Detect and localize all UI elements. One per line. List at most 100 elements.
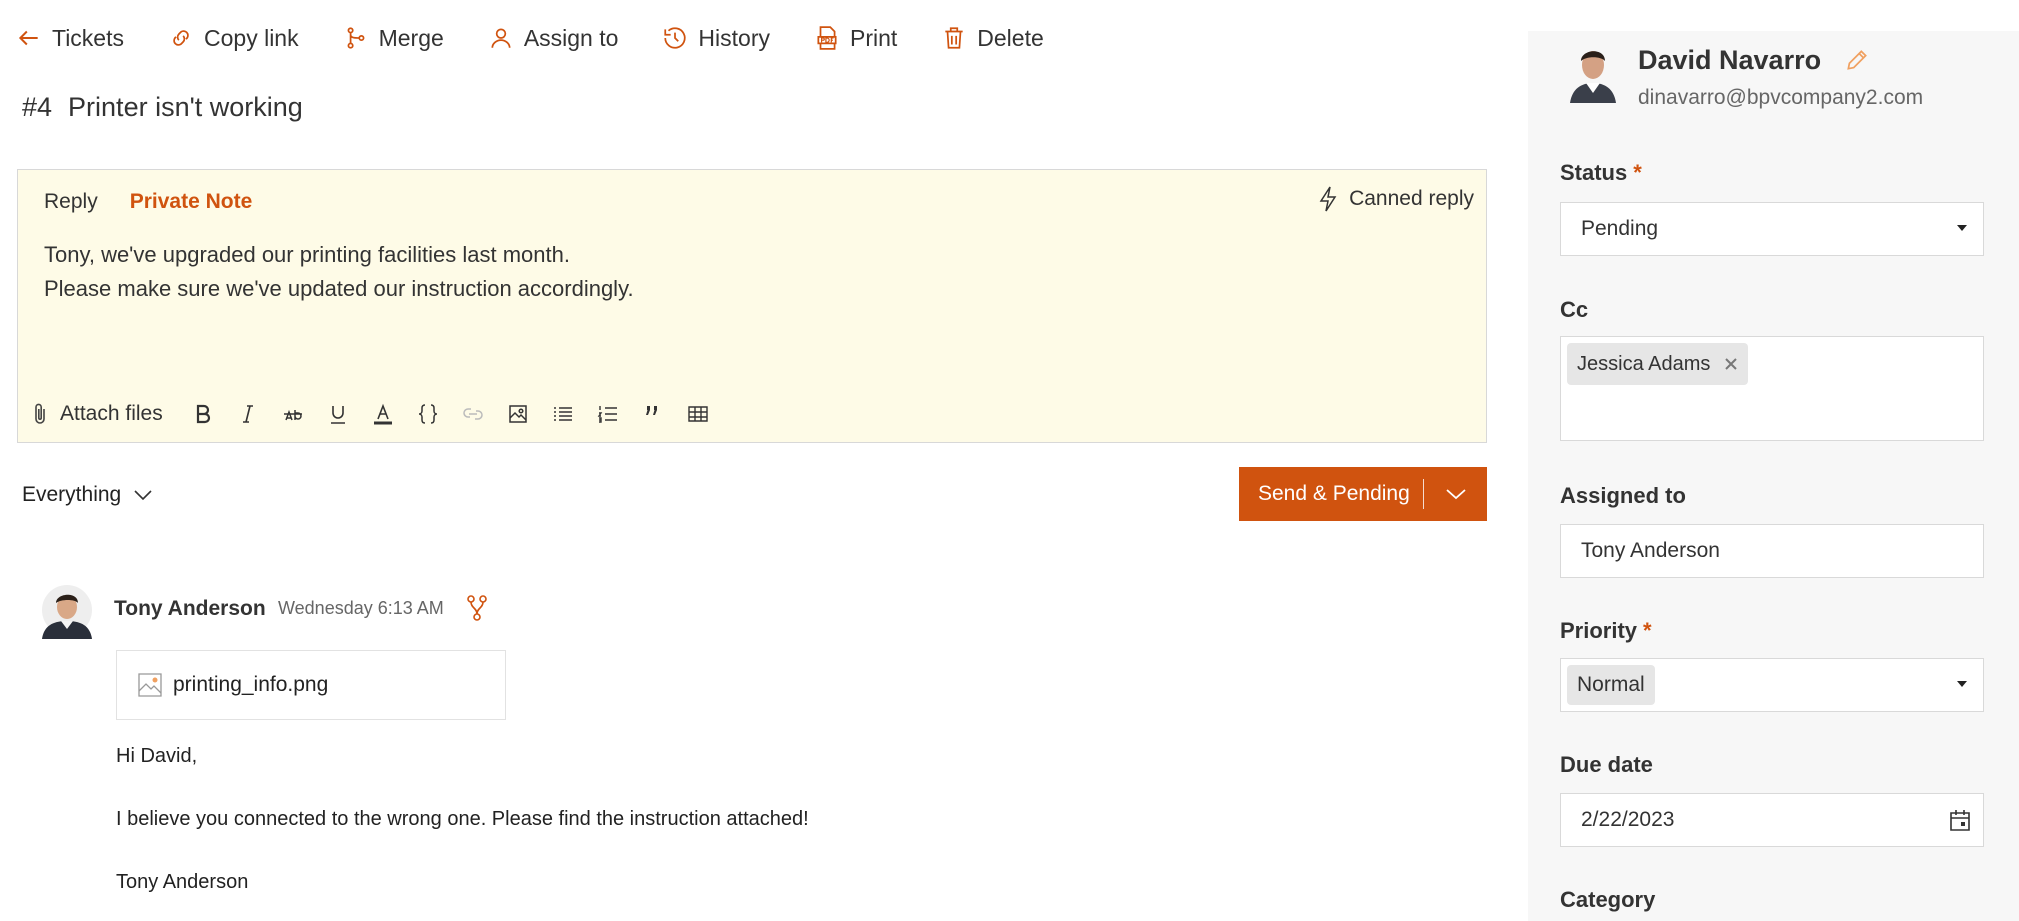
due-date-input[interactable]: 2/22/2023 [1560, 793, 1984, 847]
attach-files-button[interactable]: Attach files [30, 402, 163, 426]
split-ticket-icon[interactable] [466, 594, 488, 622]
assigned-to-label: Assigned to [1560, 483, 1686, 508]
status-label-text: Status [1560, 160, 1628, 185]
code-button[interactable] [406, 396, 451, 432]
editor-text-area[interactable]: Tony, we've upgraded our printing facili… [44, 238, 634, 306]
link-icon [173, 30, 189, 46]
ticket-toolbar: Tickets Copy link Merge Assign to Histor… [16, 20, 1088, 56]
font-color-button[interactable] [361, 396, 406, 432]
print-button[interactable]: Print [814, 25, 897, 52]
paperclip-icon [35, 403, 45, 424]
send-options-toggle[interactable] [1424, 487, 1487, 501]
pdf-icon [817, 26, 837, 50]
assign-to-label: Assign to [523, 24, 619, 51]
reply-editor[interactable]: Reply Private Note Canned reply Tony, we… [17, 169, 1487, 443]
insert-table-button[interactable] [676, 396, 721, 432]
link-icon [463, 408, 483, 420]
priority-value: Normal [1567, 665, 1655, 705]
editor-tabs: Reply Private Note [44, 190, 284, 214]
merge-button[interactable]: Merge [343, 25, 444, 52]
message-body: Hi David, I believe you connected to the… [116, 744, 809, 921]
message-greeting: Hi David, [116, 745, 198, 767]
calendar-icon[interactable] [1949, 808, 1971, 832]
bullet-list-button[interactable] [541, 396, 586, 432]
copy-link-label: Copy link [204, 24, 299, 51]
button-separator [1423, 479, 1424, 509]
required-mark: * [1633, 160, 1642, 185]
ticket-subject: Printer isn't working [68, 92, 303, 122]
italic-icon [243, 405, 254, 423]
history-button[interactable]: History [662, 25, 770, 52]
required-mark: * [1643, 618, 1652, 643]
strikethrough-icon [284, 409, 303, 421]
image-file-icon [138, 673, 162, 697]
table-icon [688, 406, 708, 422]
status-label: Status * [1560, 160, 1642, 186]
cc-label: Cc [1560, 297, 1589, 322]
font-color-icon [374, 403, 393, 425]
activity-filter-dropdown[interactable]: Everything [22, 483, 153, 507]
bullet-list-icon [554, 407, 573, 421]
delete-button[interactable]: Delete [941, 24, 1044, 52]
underline-button[interactable] [316, 396, 361, 432]
canned-reply-button[interactable]: Canned reply [1317, 186, 1474, 212]
chevron-down-icon [134, 490, 152, 501]
assign-to-button[interactable]: Assign to [488, 24, 619, 52]
assigned-to-select[interactable]: Tony Anderson [1560, 524, 1984, 578]
cc-input[interactable]: Jessica Adams [1560, 336, 1984, 441]
attachment-file[interactable]: printing_info.png [116, 650, 506, 720]
message-time: Wednesday 6:13 AM [278, 598, 444, 618]
bold-button[interactable] [181, 396, 226, 432]
message-signature: Tony Anderson [116, 871, 249, 893]
numbered-list-icon [597, 406, 618, 423]
image-icon [509, 405, 527, 423]
format-toolbar: Attach files [30, 394, 721, 434]
send-button-label: Send & Pending [1258, 482, 1410, 505]
message-text: I believe you connected to the wrong one… [116, 808, 809, 830]
history-label: History [698, 24, 770, 51]
contact-email: dinavarro@bpvcompany2.com [1638, 86, 1924, 109]
avatar [42, 585, 92, 639]
back-to-tickets-button[interactable]: Tickets [16, 25, 124, 52]
delete-label: Delete [977, 24, 1044, 51]
bold-icon [197, 404, 211, 424]
blockquote-button[interactable] [631, 396, 676, 432]
history-icon [664, 27, 687, 49]
caret-down-icon [1957, 681, 1967, 687]
assigned-to-value: Tony Anderson [1581, 539, 1720, 562]
ticket-properties-panel: David Navarro dinavarro@bpvcompany2.com … [1528, 31, 2019, 921]
editor-line: Please make sure we've updated our instr… [44, 276, 634, 301]
status-value: Pending [1581, 217, 1659, 240]
copy-link-button[interactable]: Copy link [168, 25, 299, 52]
contact-name: David Navarro [1638, 45, 1822, 75]
pencil-icon[interactable] [1844, 47, 1870, 73]
arrow-left-icon [18, 30, 38, 46]
italic-button[interactable] [226, 396, 271, 432]
priority-select[interactable]: Normal [1560, 658, 1984, 712]
lightning-icon [1319, 186, 1337, 212]
send-and-pending-button[interactable]: Send & Pending [1239, 467, 1487, 521]
status-select[interactable]: Pending [1560, 202, 1984, 256]
attach-files-label: Attach files [60, 402, 163, 425]
chevron-down-icon [1445, 489, 1466, 500]
insert-link-button[interactable] [451, 396, 496, 432]
cc-chip-label: Jessica Adams [1577, 352, 1711, 375]
print-label: Print [849, 24, 898, 51]
tickets-label: Tickets [52, 24, 124, 51]
due-date-value: 2/22/2023 [1581, 808, 1675, 831]
avatar [1568, 37, 1618, 103]
editor-line: Tony, we've upgraded our printing facili… [44, 242, 570, 267]
merge-label: Merge [378, 24, 444, 51]
attachment-filename: printing_info.png [173, 673, 329, 696]
close-icon[interactable] [1724, 357, 1738, 371]
cc-chip: Jessica Adams [1567, 343, 1749, 385]
quote-icon [646, 406, 658, 415]
page-title: #4 Printer isn't working [22, 92, 303, 123]
message-author: Tony Anderson [114, 597, 266, 620]
insert-image-button[interactable] [496, 396, 541, 432]
tab-private-note[interactable]: Private Note [130, 190, 253, 214]
tab-reply[interactable]: Reply [44, 190, 98, 214]
user-icon [491, 28, 511, 48]
numbered-list-button[interactable] [586, 396, 631, 432]
strikethrough-button[interactable] [271, 396, 316, 432]
